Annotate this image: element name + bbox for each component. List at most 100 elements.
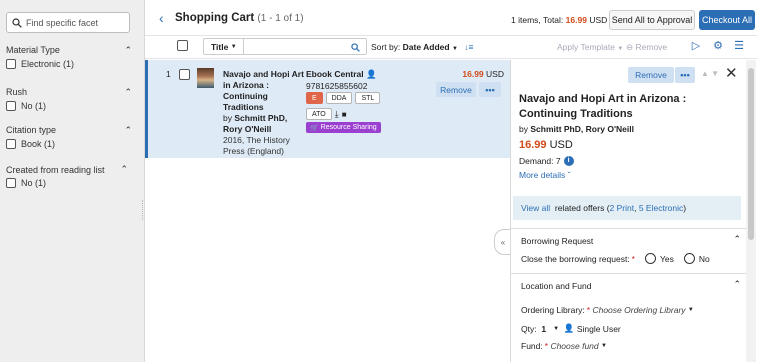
location-fund-section: Location and Fund ⌃ Ordering Library: * C… (511, 273, 747, 362)
close-borrowing-row: Close the borrowing request: * Yes No (521, 253, 710, 264)
item-tags-secondary: ATO ⤓ ■ (306, 108, 347, 120)
close-icon[interactable]: ✕ (725, 64, 738, 82)
facet-option[interactable]: No (1) (6, 101, 136, 111)
gear-icon[interactable]: ⚙ (712, 40, 724, 52)
item-tags: E DDA STL (306, 92, 381, 104)
tag-dda: DDA (325, 92, 353, 104)
facet-title[interactable]: Material Type ⌃ (6, 44, 136, 56)
ordering-library-select[interactable]: Choose Ordering Library (592, 305, 685, 315)
item-title[interactable]: Navajo and Hopi Art in Arizona : Continu… (223, 69, 305, 113)
caret-down-icon: ▼ (553, 325, 560, 332)
detail-nav: ▲ ▼ (701, 69, 719, 78)
radio-no[interactable] (683, 253, 695, 264)
view-all-link[interactable]: View all (521, 203, 550, 213)
scrollbar-thumb[interactable] (748, 68, 754, 240)
search-field-dropdown[interactable]: Title ▼ (203, 38, 243, 55)
apply-template-button[interactable]: Apply Template ▼ (557, 42, 623, 52)
splitter-handle[interactable] (142, 200, 145, 220)
print-offers-link[interactable]: 2 Print (610, 203, 635, 213)
facet-group-citation-type: Citation type ⌃ Book (1) (6, 124, 136, 149)
chevron-up-icon[interactable]: ⌃ (733, 234, 741, 245)
detail-price: 16.99 USD (519, 139, 573, 151)
chevron-down-icon[interactable]: ▼ (711, 69, 719, 78)
sort-field[interactable]: Date Added (403, 42, 450, 52)
result-count: (1 - 1 of 1) (257, 13, 304, 24)
detail-title: Navajo and Hopi Art in Arizona : Continu… (519, 93, 687, 120)
checkbox[interactable] (6, 101, 16, 111)
chevron-up-icon[interactable]: ⌃ (124, 87, 132, 98)
facet-title[interactable]: Created from reading list ⌃ (6, 164, 136, 175)
minus-circle-icon: ⊖ (626, 42, 634, 52)
list-view-icon[interactable]: ☰ (733, 40, 745, 52)
folder-icon: ■ (341, 109, 347, 119)
cart-icon: 🛒 (310, 124, 319, 132)
remove-selected-button[interactable]: ⊖ Remove (626, 42, 667, 53)
page-header: ‹ Shopping Cart (1 - 1 of 1) 1 items, To… (145, 0, 757, 36)
facet-search-input[interactable]: Find specific facet (6, 12, 130, 33)
item-more-actions-button[interactable]: ••• (479, 82, 501, 97)
chevron-up-icon[interactable]: ▲ (701, 69, 709, 78)
required-marker: * (631, 253, 635, 264)
detail-more-actions-button[interactable]: ••• (675, 67, 695, 83)
caret-down-icon: ▼ (451, 46, 458, 52)
search-icon (12, 17, 22, 28)
more-details-link[interactable]: More details ˇ (519, 170, 571, 180)
facet-group-reading-list: Created from reading list ⌃ No (1) (6, 164, 136, 188)
facet-option[interactable]: No (1) (6, 178, 136, 188)
facet-title[interactable]: Rush ⌃ (6, 86, 136, 98)
chevron-up-icon[interactable]: ⌃ (733, 279, 741, 290)
cart-total-price: 16.99 (565, 15, 587, 25)
tag-e: E (306, 92, 323, 104)
list-toolbar: Title ▼ Sort by: Date Added ▼ ↓≡ Apply T… (145, 36, 757, 59)
section-title[interactable]: Borrowing Request (521, 236, 593, 246)
item-isbn: 9781625855602 (306, 81, 368, 91)
facet-search-placeholder: Find specific facet (26, 17, 99, 28)
facet-title[interactable]: Citation type ⌃ (6, 124, 136, 136)
item-remove-button[interactable]: Remove (436, 82, 476, 97)
detail-remove-button[interactable]: Remove (628, 67, 674, 83)
detail-demand: Demand: 7i (519, 156, 574, 166)
info-icon[interactable]: i (563, 156, 574, 166)
checkbox[interactable] (6, 59, 16, 69)
send-all-to-approval-button[interactable]: Send All to Approval (609, 10, 695, 30)
sort-direction-icon[interactable]: ↓≡ (464, 42, 473, 52)
checkbox[interactable] (6, 139, 16, 149)
item-checkbox[interactable] (179, 69, 190, 80)
sort-control[interactable]: Sort by: Date Added ▼ ↓≡ (371, 42, 474, 52)
cart-summary: 1 items, Total: 16.99 USD (511, 15, 608, 25)
user-icon: 👤 (366, 69, 377, 79)
download-icon: ⤓ (334, 108, 339, 119)
facet-option[interactable]: Book (1) (6, 139, 136, 149)
ordering-library-row: Ordering Library: * Choose Ordering Libra… (521, 305, 694, 315)
caret-down-icon: ▼ (687, 307, 694, 313)
resource-sharing-badge: 🛒 Resource Sharing (306, 122, 381, 133)
search-icon[interactable] (351, 43, 360, 52)
chevron-up-icon[interactable]: ⌃ (120, 164, 128, 175)
detail-author: by Schmitt PhD, Rory O'Neill (519, 124, 634, 134)
section-title[interactable]: Location and Fund (521, 281, 591, 291)
facet-option[interactable]: Electronic (1) (6, 59, 136, 69)
tag-ato: ATO (306, 108, 332, 120)
facet-panel: Find specific facet Material Type ⌃ Elect… (0, 0, 145, 362)
chevron-up-icon[interactable]: ⌃ (124, 125, 132, 136)
chevron-up-icon[interactable]: ⌃ (124, 45, 132, 56)
caret-down-icon: ▼ (617, 46, 624, 52)
tag-stl: STL (355, 92, 381, 104)
select-all-checkbox[interactable] (177, 40, 188, 51)
page-title: Shopping Cart (1 - 1 of 1) (175, 12, 304, 24)
radio-yes[interactable] (644, 253, 656, 264)
fund-select[interactable]: Choose fund (550, 341, 598, 351)
checkout-all-button[interactable]: Checkout All (699, 10, 755, 30)
qty-row: Qty: 1 ▼ 👤 Single User (521, 323, 621, 334)
back-arrow-icon[interactable]: ‹ (159, 11, 164, 25)
detail-scrollbar[interactable] (746, 60, 756, 362)
item-price: 16.99 USD (462, 69, 504, 79)
caret-down-icon: ▼ (601, 343, 607, 349)
export-icon[interactable]: ▷ (690, 40, 702, 52)
cart-item-row[interactable]: 1 Navajo and Hopi Art in Arizona : Conti… (145, 60, 510, 158)
electronic-offers-link[interactable]: 5 Electronic (639, 203, 683, 213)
book-cover-thumbnail (197, 68, 214, 88)
checkbox[interactable] (6, 178, 16, 188)
qty-select[interactable]: 1 (541, 324, 546, 334)
list-search-input[interactable] (243, 38, 367, 55)
